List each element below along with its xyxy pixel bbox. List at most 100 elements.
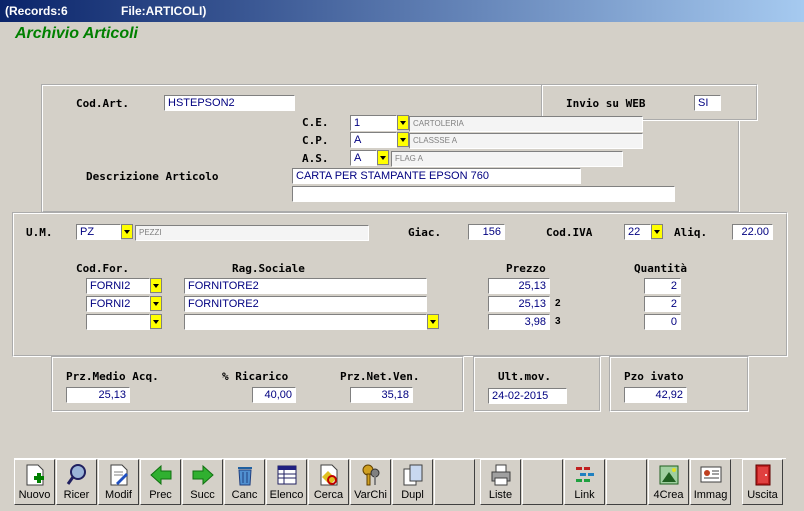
ultmov-field[interactable]: 24-02-2015 — [488, 388, 567, 404]
page-title: Archivio Articoli — [15, 25, 138, 42]
cod-art-field[interactable]: HSTEPSON2 — [164, 95, 295, 111]
cp-desc-field: CLASSSE A — [409, 133, 643, 149]
search-icon — [66, 464, 86, 485]
succ-button[interactable]: Succ — [182, 459, 223, 505]
nuovo-button[interactable]: Nuovo — [14, 459, 55, 505]
supplier-row-number: 2 — [555, 298, 561, 309]
varchi-button[interactable]: VarChi — [350, 459, 391, 505]
blank-button[interactable] — [606, 459, 647, 505]
ricarico-field[interactable]: 40,00 — [252, 387, 296, 403]
toolbar: Nuovo Ricer Modif Prec Succ Canc Elenco … — [14, 458, 786, 505]
col-codfor-header: Cod.For. — [76, 262, 129, 275]
codiva-field[interactable]: 22 — [624, 224, 651, 240]
aliq-field[interactable]: 22.00 — [732, 224, 773, 240]
link-grid-icon — [576, 467, 594, 482]
ce-desc-field: CARTOLERIA — [409, 116, 643, 132]
create-icon — [659, 465, 679, 485]
edit-document-icon — [110, 464, 128, 486]
crea4-button[interactable]: 4Crea — [648, 459, 689, 505]
supplier-name-field[interactable]: FORNITORE2 — [184, 278, 427, 294]
arrow-right-icon — [192, 464, 214, 486]
canc-button[interactable]: Canc — [224, 459, 265, 505]
supplier-name-field[interactable] — [184, 314, 427, 330]
codiva-dropdown-button[interactable] — [651, 224, 663, 239]
um-code-field[interactable]: PZ — [76, 224, 121, 240]
um-desc-field: PEZZI — [135, 225, 369, 241]
table-list-icon — [277, 465, 297, 485]
new-document-icon — [26, 464, 44, 486]
invio-web-label: Invio su WEB — [566, 97, 646, 110]
invio-web-field[interactable]: SI — [694, 95, 721, 111]
prz-medio-label: Prz.Medio Acq. — [66, 370, 159, 383]
supplier-code-dropdown-button[interactable] — [150, 314, 162, 329]
cp-dropdown-button[interactable] — [397, 132, 409, 147]
blank-button[interactable] — [434, 459, 475, 505]
ivato-label: Pzo ivato — [624, 370, 684, 383]
prec-button[interactable]: Prec — [140, 459, 181, 505]
image-card-icon — [700, 466, 722, 483]
duplicate-icon — [403, 464, 423, 486]
printer-icon — [491, 464, 511, 486]
supplier-price-field[interactable]: 25,13 — [488, 296, 550, 312]
liste-button[interactable]: Liste — [480, 459, 521, 505]
keys-icon — [362, 464, 380, 486]
desc-line1-field[interactable]: CARTA PER STAMPANTE EPSON 760 — [292, 168, 581, 184]
title-bar: (Records:6 File:ARTICOLI) — [0, 0, 804, 22]
supplier-code-dropdown-button[interactable] — [150, 278, 162, 293]
desc-label: Descrizione Articolo — [86, 170, 219, 183]
dupl-button[interactable]: Dupl — [392, 459, 433, 505]
uscita-button[interactable]: Uscita — [742, 459, 783, 505]
as-code-field[interactable]: A — [350, 150, 377, 166]
ce-dropdown-button[interactable] — [397, 115, 409, 130]
supplier-code-dropdown-button[interactable] — [150, 296, 162, 311]
col-ragsoc-header: Rag.Sociale — [232, 262, 305, 275]
col-qta-header: Quantità — [634, 262, 687, 275]
elenco-button[interactable]: Elenco — [266, 459, 307, 505]
giac-field[interactable]: 156 — [468, 224, 505, 240]
col-prezzo-header: Prezzo — [506, 262, 546, 275]
prz-netven-field[interactable]: 35,18 — [350, 387, 413, 403]
ivato-field[interactable]: 42,92 — [624, 387, 687, 403]
cerca-button[interactable]: Cerca — [308, 459, 349, 505]
cp-code-field[interactable]: A — [350, 132, 397, 148]
ultmov-label: Ult.mov. — [498, 370, 551, 383]
modif-button[interactable]: Modif — [98, 459, 139, 505]
immag-button[interactable]: Immag — [690, 459, 731, 505]
as-label: A.S. — [302, 152, 329, 165]
as-dropdown-button[interactable] — [377, 150, 389, 165]
ce-code-field[interactable]: 1 — [350, 115, 397, 131]
ricer-button[interactable]: Ricer — [56, 459, 97, 505]
pricing-panel — [51, 356, 464, 412]
records-count: (Records:6 — [5, 4, 68, 18]
cp-label: C.P. — [302, 134, 329, 147]
supplier-qty-field[interactable]: 2 — [644, 278, 681, 294]
find-icon — [320, 464, 338, 486]
supplier-code-field[interactable]: FORNI2 — [86, 278, 150, 294]
as-desc-field: FLAG A — [391, 151, 623, 167]
codiva-label: Cod.IVA — [546, 226, 593, 239]
ce-label: C.E. — [302, 116, 329, 129]
supplier-name-dropdown-button[interactable] — [427, 314, 439, 329]
supplier-code-field[interactable]: FORNI2 — [86, 296, 150, 312]
prz-netven-label: Prz.Net.Ven. — [340, 370, 420, 383]
giac-label: Giac. — [408, 226, 442, 239]
ivato-panel — [609, 356, 749, 412]
supplier-row-number: 3 — [555, 316, 561, 327]
supplier-name-field[interactable]: FORNITORE2 — [184, 296, 427, 312]
ricarico-label: % Ricarico — [222, 370, 289, 383]
exit-door-icon — [755, 464, 771, 486]
trash-icon — [238, 467, 252, 486]
link-button[interactable]: Link — [564, 459, 605, 505]
blank-button[interactable] — [522, 459, 563, 505]
arrow-left-icon — [150, 464, 172, 486]
supplier-price-field[interactable]: 25,13 — [488, 278, 550, 294]
supplier-price-field[interactable]: 3,98 — [488, 314, 550, 330]
um-dropdown-button[interactable] — [121, 224, 133, 239]
supplier-qty-field[interactable]: 0 — [644, 314, 681, 330]
cod-art-label: Cod.Art. — [76, 97, 129, 110]
um-label: U.M. — [26, 226, 53, 239]
supplier-code-field[interactable] — [86, 314, 150, 330]
desc-line2-field[interactable] — [292, 186, 675, 202]
supplier-qty-field[interactable]: 2 — [644, 296, 681, 312]
prz-medio-field[interactable]: 25,13 — [66, 387, 130, 403]
